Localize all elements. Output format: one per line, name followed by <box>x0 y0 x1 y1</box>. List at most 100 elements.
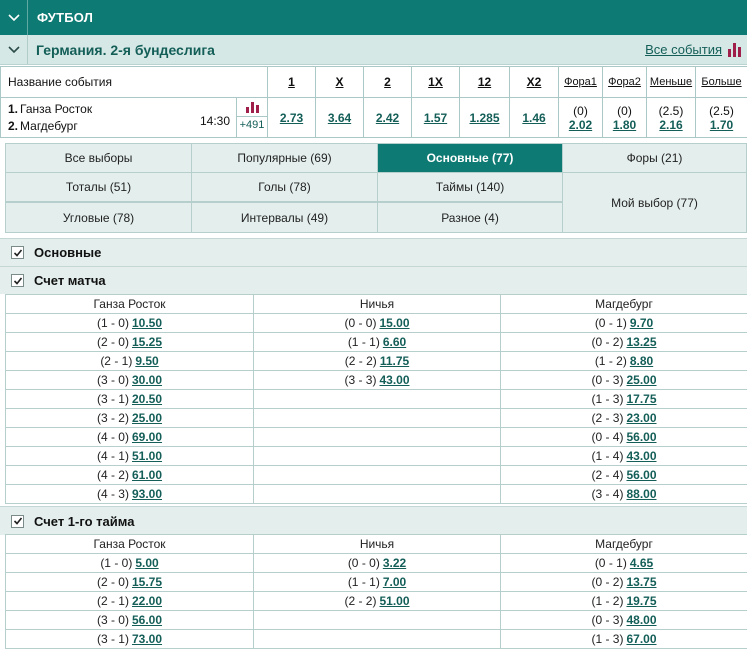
score-odd-cell[interactable]: (1 - 3) 67.00 <box>500 629 747 649</box>
score-odd-cell[interactable]: (4 - 3) 93.00 <box>5 484 254 504</box>
score-odd-cell[interactable]: (4 - 1) 51.00 <box>5 446 254 466</box>
odd-fora1[interactable]: (0) 2.02 <box>558 97 603 138</box>
odd-x[interactable]: 3.64 <box>315 97 364 138</box>
header-fora1[interactable]: Фора1 <box>558 66 603 98</box>
score-odd-cell[interactable]: (3 - 0) 56.00 <box>5 610 254 630</box>
score-odd-cell[interactable]: (2 - 2) 51.00 <box>253 591 501 611</box>
odd-value[interactable]: 20.50 <box>132 392 162 406</box>
score-odd-cell[interactable]: (2 - 2) 11.75 <box>253 351 501 371</box>
header-1[interactable]: 1 <box>267 66 316 98</box>
odd-value[interactable]: 93.00 <box>132 487 162 501</box>
score-odd-cell[interactable]: (0 - 2) 13.75 <box>500 572 747 592</box>
odd-value[interactable]: 15.25 <box>132 335 162 349</box>
score-odd-cell[interactable]: (2 - 1) 22.00 <box>5 591 254 611</box>
odd-value[interactable]: 8.80 <box>630 354 653 368</box>
tab-popular[interactable]: Популярные (69) <box>191 143 378 173</box>
score-odd-cell[interactable]: (0 - 0) 15.00 <box>253 313 501 333</box>
odd-value[interactable]: 56.00 <box>132 613 162 627</box>
score-odd-cell[interactable]: (3 - 1) 20.50 <box>5 389 254 409</box>
odd-value[interactable]: 56.00 <box>626 430 656 444</box>
tab-all[interactable]: Все выборы <box>5 143 192 173</box>
score-odd-cell[interactable]: (1 - 1) 7.00 <box>253 572 501 592</box>
score-odd-cell[interactable]: (0 - 4) 56.00 <box>500 427 747 447</box>
tab-misc[interactable]: Разное (4) <box>377 202 563 233</box>
odd-value[interactable]: 56.00 <box>626 468 656 482</box>
tab-my-choice[interactable]: Мой выбор (77) <box>562 172 747 233</box>
header-x2[interactable]: X2 <box>509 66 559 98</box>
odd-value[interactable]: 4.65 <box>630 556 653 570</box>
score-odd-cell[interactable]: (0 - 3) 48.00 <box>500 610 747 630</box>
odd-value[interactable]: 67.00 <box>626 632 656 646</box>
odd-value[interactable]: 9.50 <box>135 354 158 368</box>
score-odd-cell[interactable]: (2 - 0) 15.25 <box>5 332 254 352</box>
odd-1x[interactable]: 1.57 <box>411 97 460 138</box>
section-first-half-score[interactable]: Счет 1-го тайма <box>0 506 747 535</box>
tab-corners[interactable]: Угловые (78) <box>5 202 192 233</box>
odd-value[interactable]: 61.00 <box>132 468 162 482</box>
score-odd-cell[interactable]: (1 - 4) 43.00 <box>500 446 747 466</box>
odd-value[interactable]: 7.00 <box>383 575 406 589</box>
more-markets-count[interactable]: +491 <box>237 117 267 136</box>
score-odd-cell[interactable]: (2 - 3) 23.00 <box>500 408 747 428</box>
header-x[interactable]: X <box>315 66 364 98</box>
event-cell[interactable]: 1. Ганза Росток 2. Магдебург 14:30 <box>0 97 237 138</box>
score-odd-cell[interactable]: (3 - 2) 25.00 <box>5 408 254 428</box>
checkbox[interactable] <box>11 274 24 287</box>
odd-value[interactable]: 17.75 <box>626 392 656 406</box>
score-odd-cell[interactable]: (3 - 3) 43.00 <box>253 370 501 390</box>
score-odd-cell[interactable]: (0 - 3) 25.00 <box>500 370 747 390</box>
tab-goals[interactable]: Голы (78) <box>191 172 378 202</box>
odd-value[interactable]: 73.00 <box>132 632 162 646</box>
odd-value[interactable]: 51.00 <box>132 449 162 463</box>
odd-x2[interactable]: 1.46 <box>509 97 559 138</box>
chevron-down-icon[interactable] <box>0 35 28 64</box>
score-odd-cell[interactable]: (0 - 0) 3.22 <box>253 553 501 573</box>
score-odd-cell[interactable]: (1 - 1) 6.60 <box>253 332 501 352</box>
odd-value[interactable]: 13.75 <box>626 575 656 589</box>
score-odd-cell[interactable]: (4 - 2) 61.00 <box>5 465 254 485</box>
score-odd-cell[interactable]: (2 - 4) 56.00 <box>500 465 747 485</box>
score-odd-cell[interactable]: (1 - 2) 8.80 <box>500 351 747 371</box>
checkbox[interactable] <box>11 246 24 259</box>
odd-value[interactable]: 10.50 <box>132 316 162 330</box>
odd-value[interactable]: 30.00 <box>132 373 162 387</box>
odd-value[interactable]: 5.00 <box>135 556 158 570</box>
score-odd-cell[interactable]: (3 - 1) 73.00 <box>5 629 254 649</box>
odd-fora2[interactable]: (0) 1.80 <box>602 97 647 138</box>
odd-more[interactable]: (2.5) 1.70 <box>695 97 747 138</box>
odd-value[interactable]: 48.00 <box>626 613 656 627</box>
header-fora2[interactable]: Фора2 <box>602 66 647 98</box>
odd-value[interactable]: 19.75 <box>626 594 656 608</box>
tab-totals[interactable]: Тоталы (51) <box>5 172 192 202</box>
section-main[interactable]: Основные <box>0 238 747 266</box>
tab-intervals[interactable]: Интервалы (49) <box>191 202 378 233</box>
all-events-link[interactable]: Все события <box>645 42 722 57</box>
score-odd-cell[interactable]: (3 - 0) 30.00 <box>5 370 254 390</box>
score-odd-cell[interactable]: (0 - 1) 9.70 <box>500 313 747 333</box>
odd-value[interactable]: 6.60 <box>383 335 406 349</box>
odd-12[interactable]: 1.285 <box>459 97 510 138</box>
stats-icon[interactable] <box>237 99 267 117</box>
score-odd-cell[interactable]: (2 - 1) 9.50 <box>5 351 254 371</box>
section-match-score[interactable]: Счет матча <box>0 266 747 294</box>
odd-value[interactable]: 25.00 <box>132 411 162 425</box>
event-extra-cell[interactable]: +491 <box>236 97 268 138</box>
checkbox[interactable] <box>11 514 24 528</box>
header-2[interactable]: 2 <box>363 66 412 98</box>
stats-icon[interactable] <box>728 42 741 57</box>
score-odd-cell[interactable]: (3 - 4) 88.00 <box>500 484 747 504</box>
odd-value[interactable]: 11.75 <box>380 354 409 368</box>
score-odd-cell[interactable]: (1 - 2) 19.75 <box>500 591 747 611</box>
chevron-down-icon[interactable] <box>0 0 28 35</box>
odd-value[interactable]: 23.00 <box>626 411 656 425</box>
odd-2[interactable]: 2.42 <box>363 97 412 138</box>
odd-value[interactable]: 13.25 <box>626 335 656 349</box>
score-odd-cell[interactable]: (0 - 2) 13.25 <box>500 332 747 352</box>
score-odd-cell[interactable]: (1 - 0) 5.00 <box>5 553 254 573</box>
odd-value[interactable]: 43.00 <box>379 373 409 387</box>
odd-value[interactable]: 69.00 <box>132 430 162 444</box>
odd-value[interactable]: 9.70 <box>630 316 653 330</box>
odd-value[interactable]: 25.00 <box>626 373 656 387</box>
odd-value[interactable]: 22.00 <box>132 594 162 608</box>
score-odd-cell[interactable]: (1 - 0) 10.50 <box>5 313 254 333</box>
